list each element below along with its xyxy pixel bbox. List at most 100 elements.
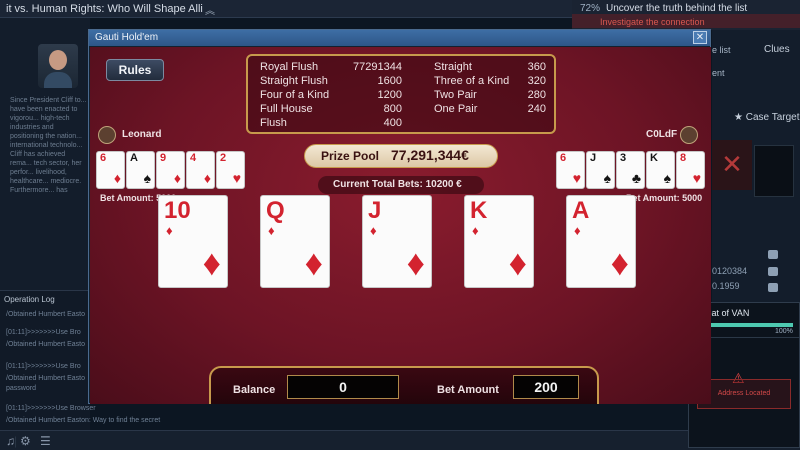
card-suit-icon: ♦ (574, 223, 581, 238)
playing-card: 4 ♦ (186, 151, 215, 189)
cheat-progress-label: 100% (775, 328, 793, 335)
card-rank: J (368, 197, 382, 224)
operation-log-title: Operation Log (4, 295, 55, 304)
bet-console: Balance 0 Bet Amount 200 (209, 366, 599, 404)
bio-text: Since President Cliff to... have been en… (10, 97, 87, 194)
paytable-hand: Four of a Kind (260, 89, 330, 101)
avatar (38, 44, 78, 88)
playing-card: Q ♦ ♦ (260, 195, 330, 288)
paytable-hand: Straight Flush (260, 75, 328, 87)
paytable-payout: 1600 (377, 75, 402, 87)
balance-label: Balance (233, 384, 276, 396)
playing-card: A ♠ (126, 151, 155, 189)
card-suit-icon: ♦ (472, 223, 479, 238)
playing-card: 6 ♦ (96, 151, 125, 189)
playing-card: K ♦ ♦ (464, 195, 534, 288)
playing-card: 10 ♦ ♦ (158, 195, 228, 288)
operation-log: Operation Log /Obtained Humbert Easto [0… (0, 290, 160, 430)
log-line: /Obtained Humbert Easto (6, 375, 85, 382)
lock-icon (768, 283, 778, 292)
paytable-payout: 77291344 (353, 61, 402, 73)
window-title: Gauti Hold'em (95, 32, 159, 43)
prize-pool: Prize Pool 77,291,344€ (304, 144, 498, 168)
card-rank: Q (266, 197, 285, 224)
playing-card: A ♦ ♦ (566, 195, 636, 288)
lock-icon (768, 250, 778, 259)
log-line: [01:11]>>>>>>>Use Bro (6, 363, 81, 370)
playing-card: J ♠ (586, 151, 615, 189)
window-titlebar[interactable]: Gauti Hold'em ✕ (89, 30, 710, 46)
card-suit-icon: ♠ (663, 170, 671, 186)
close-icon[interactable]: ✕ (693, 31, 707, 44)
paytable-hand: One Pair (434, 103, 478, 115)
card-suit-icon: ♠ (603, 170, 611, 186)
card-rank: K (650, 152, 658, 164)
playing-card: 6 ♥ (556, 151, 585, 189)
card-rank: 10 (164, 197, 191, 224)
card-suit-icon: ♦ (370, 223, 377, 238)
paytable-payout: 1200 (377, 89, 402, 101)
card-suit-icon: ♦ (173, 170, 181, 186)
card-rank: K (470, 197, 488, 224)
bet-amount-input[interactable]: 200 (513, 375, 579, 399)
card-suit-icon: ♦ (166, 223, 173, 238)
log-line: /Obtained Humbert Easto (6, 311, 85, 318)
card-suit-icon: ♦ (203, 170, 211, 186)
player-name-left: Leonard (122, 129, 162, 140)
list-label: e list (712, 45, 731, 55)
record-value: 0.1959 (712, 281, 740, 291)
playing-card: 3 ♣ (616, 151, 645, 189)
card-suit-icon: ♥ (232, 170, 241, 186)
clues-tab[interactable]: Clues (764, 44, 790, 55)
prize-pool-label: Prize Pool (321, 149, 380, 163)
rules-button[interactable]: Rules (106, 59, 164, 81)
article-title[interactable]: it vs. Human Rights: Who Will Shape Alli (6, 3, 203, 15)
player-avatar-left (98, 126, 116, 144)
total-bets-label: Current Total Bets: 10200 € (333, 179, 462, 190)
playing-card: 9 ♦ (156, 151, 185, 189)
bottom-toolbar: ♫ | ⚙ ☰ (0, 430, 800, 450)
log-line: /Obtained Humbert Easton: Way to find th… (6, 417, 161, 424)
card-suit-icon: ♦ (406, 242, 425, 283)
card-rank: 6 (560, 152, 567, 164)
chevron-up-icon[interactable]: ︽ (205, 2, 215, 17)
case-target-tab[interactable]: ★ Case Target (734, 112, 800, 123)
playing-card: 2 ♥ (216, 151, 245, 189)
card-suit-icon: ♦ (304, 242, 323, 283)
card-suit-icon: ♥ (572, 170, 581, 186)
ent-label: ent (712, 68, 725, 78)
card-suit-icon: ♦ (508, 242, 527, 283)
prize-pool-value: 77,291,344€ (391, 147, 469, 163)
poker-table: Rules Royal Flush 77291344 Straight Flus… (90, 47, 711, 404)
case-target-label: Case Target (745, 112, 800, 123)
alert-text: Address Located (717, 390, 771, 397)
paytable-hand: Full House (260, 103, 313, 115)
playing-card: J ♦ ♦ (362, 195, 432, 288)
target-portrait (754, 145, 794, 197)
subtask-title[interactable]: Investigate the connection (600, 17, 705, 27)
paytable-hand: Straight (434, 61, 472, 73)
card-rank: 8 (680, 152, 687, 164)
list-icon[interactable]: ☰ (40, 434, 51, 448)
playing-card: 8 ♥ (676, 151, 705, 189)
card-suit-icon: ♣ (631, 170, 641, 186)
bet-amount-right: Bet Amount: 5000 (626, 193, 703, 203)
card-rank: 9 (160, 152, 167, 164)
log-line: [01:11]>>>>>>>Use Bro (6, 329, 81, 336)
paytable-hand: Flush (260, 117, 287, 129)
paytable: Royal Flush 77291344 Straight Flush 1600… (246, 54, 556, 134)
gear-icon[interactable]: ⚙ (20, 434, 31, 448)
log-line: password (6, 385, 36, 392)
paytable-hand: Two Pair (434, 89, 477, 101)
alert-box[interactable]: Address Located (697, 379, 791, 409)
card-rank: A (130, 152, 138, 164)
playing-card: K ♠ (646, 151, 675, 189)
lock-icon (768, 267, 778, 276)
bet-amount-label: Bet Amount (437, 384, 499, 396)
task-progress: 72% (580, 3, 601, 14)
player-name-right: C0LdF (646, 129, 678, 140)
paytable-payout: 240 (527, 103, 546, 115)
record-value: 0120384 (712, 266, 748, 276)
paytable-payout: 800 (383, 103, 402, 115)
task-title[interactable]: Uncover the truth behind the list (606, 3, 747, 14)
